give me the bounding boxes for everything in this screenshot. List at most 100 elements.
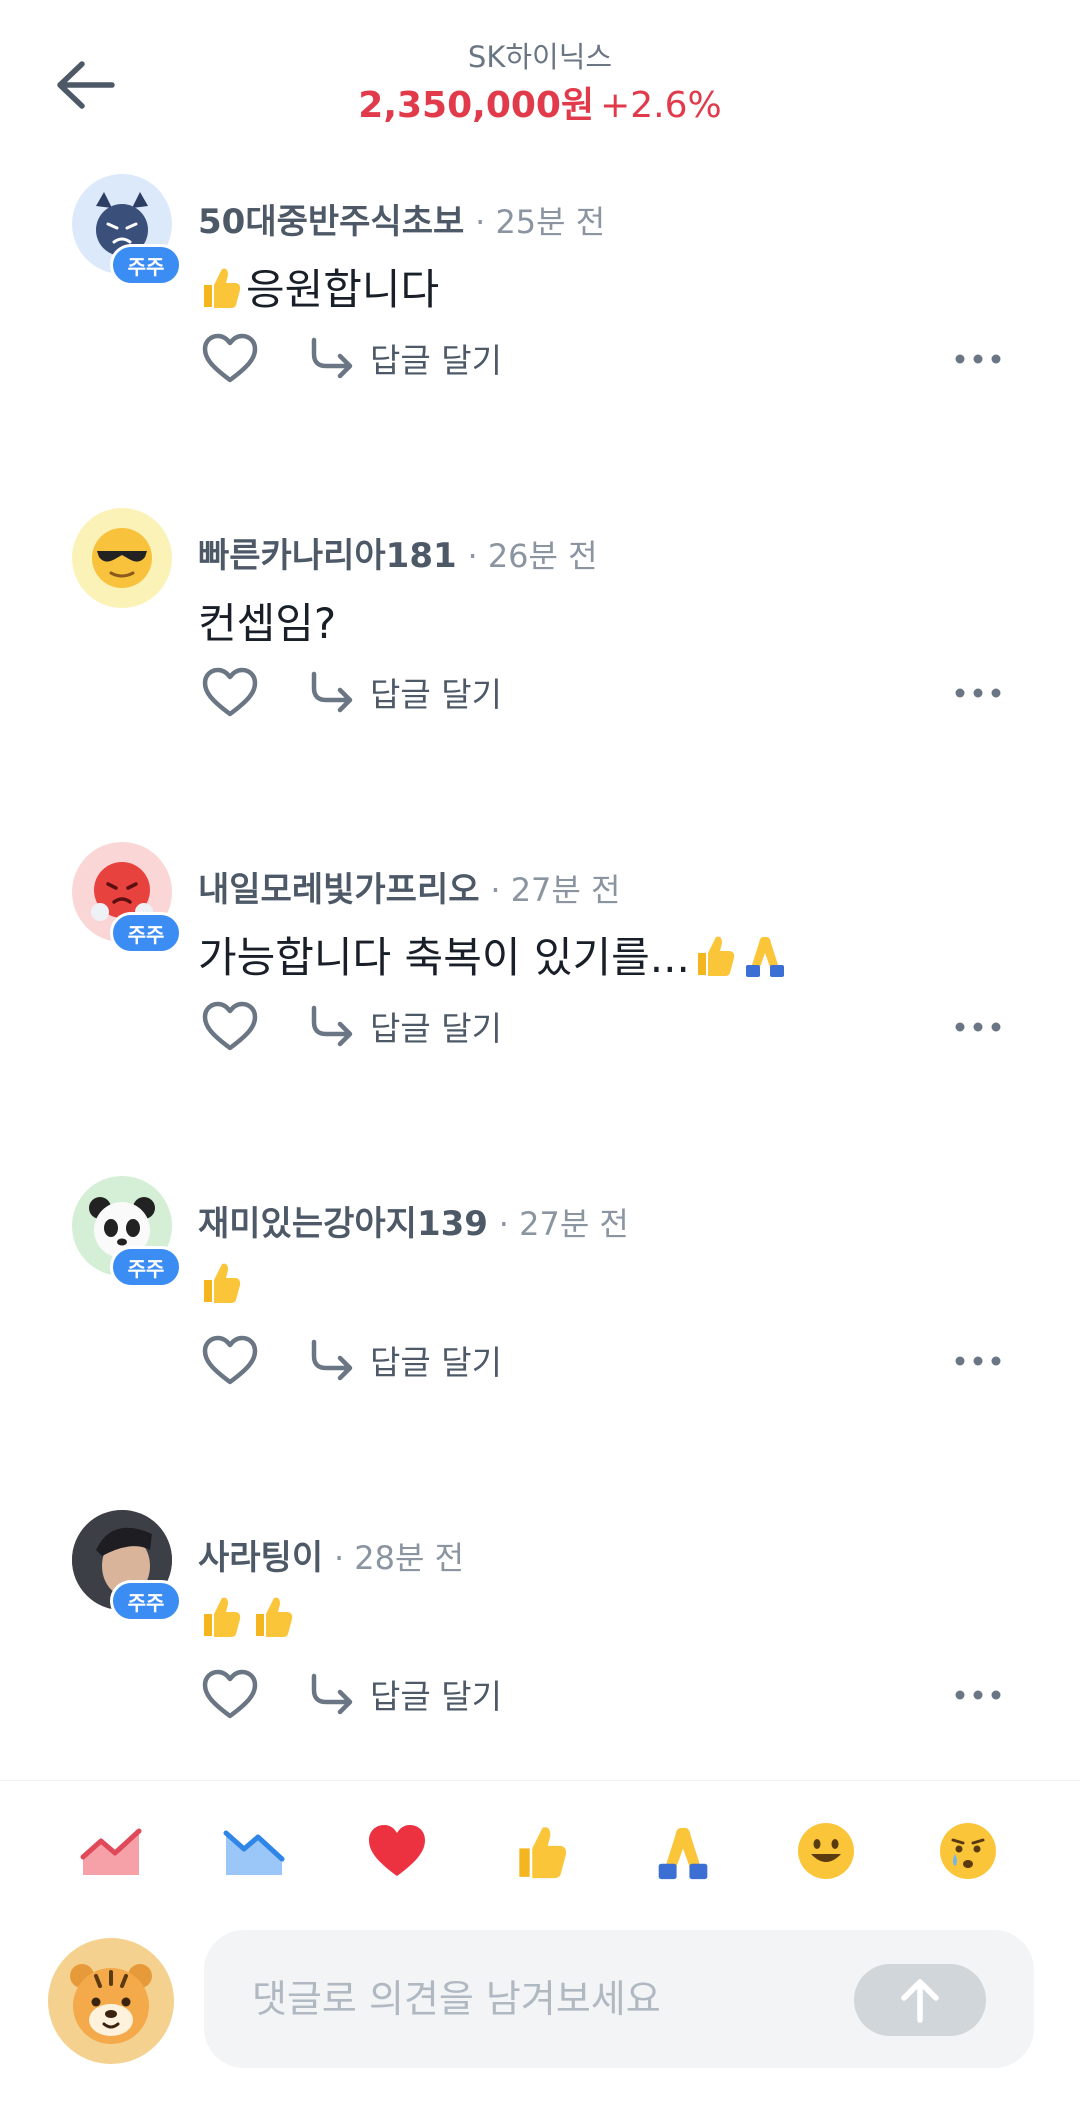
- avatar-wrap[interactable]: 주주: [72, 1510, 182, 1622]
- heart-outline-icon: [202, 667, 258, 717]
- comment-text-content: 응원합니다: [246, 265, 440, 314]
- shareholder-badge: 주주: [110, 912, 182, 954]
- comment-nickname[interactable]: 빠른카나리아181: [198, 536, 457, 576]
- chart-up-icon: [80, 1828, 142, 1875]
- comment-actions: 답글 달기: [198, 326, 1018, 396]
- smile-icon: [797, 1822, 854, 1879]
- comment-item: 주주 50대중반주식초보 · 25분 전 응원합니다 답글 달기: [0, 174, 1080, 474]
- comment-time: · 27분 전: [498, 1205, 629, 1243]
- avatar-wrap[interactable]: 주주: [72, 174, 182, 286]
- avatar: [72, 508, 172, 608]
- comment-text-content: 컨셉임?: [198, 599, 337, 648]
- like-button[interactable]: [198, 326, 262, 390]
- reply-label: 답글 달기: [370, 1677, 502, 1716]
- comment-actions: 답글 달기: [198, 994, 1018, 1064]
- comment-time: · 28분 전: [333, 1539, 465, 1577]
- comment-input[interactable]: [252, 1930, 812, 2068]
- comment-nickname[interactable]: 재미있는강아지139: [198, 1204, 488, 1244]
- reply-arrow-icon: [311, 337, 353, 379]
- more-dots-icon: [955, 1690, 1001, 1700]
- reply-arrow-icon: [311, 671, 353, 713]
- chart-down-icon: [223, 1830, 285, 1875]
- comment-nickname[interactable]: 내일모레빛가프리오: [198, 870, 480, 910]
- header: SK하이닉스 2,350,000원 +2.6%: [0, 0, 1080, 160]
- heart-outline-icon: [202, 333, 258, 383]
- comment-nickname[interactable]: 50대중반주식초보: [198, 202, 464, 242]
- thumbs-up-icon: [692, 931, 736, 979]
- like-button[interactable]: [198, 1328, 262, 1392]
- thumbs-up-icon: [198, 263, 242, 311]
- tiger-icon: [70, 1964, 152, 2044]
- more-options-button[interactable]: [948, 334, 1008, 384]
- avatar-wrap[interactable]: 주주: [72, 1176, 182, 1288]
- comment-item: 주주 사라팅이 · 28분 전 답글 달기: [0, 1510, 1080, 1810]
- like-button[interactable]: [198, 1662, 262, 1726]
- reply-button[interactable]: 답글 달기: [308, 1332, 502, 1388]
- shareholder-badge: 주주: [110, 1246, 182, 1288]
- comment-item: 주주 내일모레빛가프리오 · 27분 전 가능합니다 축복이 있기를... 답글…: [0, 842, 1080, 1142]
- comment-item: 주주 재미있는강아지139 · 27분 전 답글 달기: [0, 1176, 1080, 1476]
- stock-name: SK하이닉스: [467, 40, 613, 74]
- comment-meta: 50대중반주식초보 · 25분 전: [198, 194, 605, 243]
- more-options-button[interactable]: [948, 1336, 1008, 1386]
- comment-meta: 내일모레빛가프리오 · 27분 전: [198, 862, 620, 911]
- like-button[interactable]: [198, 660, 262, 724]
- reaction-bar: [0, 1780, 1080, 1920]
- comment-meta: 재미있는강아지139 · 27분 전: [198, 1196, 629, 1245]
- avatar-wrap[interactable]: 주주: [72, 842, 182, 954]
- more-options-button[interactable]: [948, 1670, 1008, 1720]
- more-dots-icon: [955, 1356, 1001, 1366]
- reply-label: 답글 달기: [370, 341, 502, 380]
- reply-button[interactable]: 답글 달기: [308, 998, 502, 1054]
- folded-hands-icon: [658, 1827, 708, 1879]
- reply-button[interactable]: 답글 달기: [308, 1666, 502, 1722]
- reply-label: 답글 달기: [370, 1343, 502, 1382]
- more-options-button[interactable]: [948, 1002, 1008, 1052]
- stock-change: +2.6%: [600, 85, 722, 126]
- comment-actions: 답글 달기: [198, 660, 1018, 730]
- reaction-heart[interactable]: [352, 1806, 442, 1896]
- more-dots-icon: [955, 1022, 1001, 1032]
- more-dots-icon: [955, 688, 1001, 698]
- comment-time: · 25분 전: [475, 203, 606, 241]
- comment-text: 컨셉임?: [198, 590, 336, 651]
- heart-outline-icon: [202, 1669, 258, 1719]
- comment-input-bar: [0, 1920, 1080, 2117]
- comment-item: 빠른카나리아181 · 26분 전 컨셉임? 답글 달기: [0, 508, 1080, 808]
- reply-label: 답글 달기: [370, 1009, 502, 1048]
- more-dots-icon: [955, 354, 1001, 364]
- stock-price-row: 2,350,000원 +2.6%: [0, 76, 1080, 128]
- thumbs-up-icon: [519, 1826, 567, 1878]
- send-button[interactable]: [854, 1964, 986, 2036]
- comment-nickname[interactable]: 사라팅이: [198, 1538, 323, 1578]
- thumbs-up-icon: [250, 1592, 294, 1640]
- reaction-folded-hands[interactable]: [638, 1806, 728, 1896]
- reaction-thumbs-up[interactable]: [495, 1806, 585, 1896]
- comment-input-wrap: [204, 1930, 1034, 2068]
- thumbs-up-icon: [198, 1592, 242, 1640]
- reply-button[interactable]: 답글 달기: [308, 330, 502, 386]
- reaction-chart-down[interactable]: [209, 1806, 299, 1896]
- heart-outline-icon: [202, 1335, 258, 1385]
- comment-text: 응원합니다: [198, 256, 439, 317]
- my-avatar[interactable]: [48, 1938, 174, 2064]
- like-button[interactable]: [198, 994, 262, 1058]
- avatar-wrap[interactable]: [72, 508, 172, 608]
- heart-outline-icon: [202, 1001, 258, 1051]
- comment-actions: 답글 달기: [198, 1662, 1018, 1732]
- reaction-chart-up[interactable]: [66, 1806, 156, 1896]
- reaction-smile[interactable]: [781, 1806, 871, 1896]
- reply-button[interactable]: 답글 달기: [308, 664, 502, 720]
- reaction-crying[interactable]: [923, 1806, 1013, 1896]
- folded-hands-icon: [740, 931, 790, 979]
- crying-icon: [940, 1822, 997, 1879]
- shareholder-badge: 주주: [110, 1580, 182, 1622]
- more-options-button[interactable]: [948, 668, 1008, 718]
- comment-meta: 빠른카나리아181 · 26분 전: [198, 528, 598, 577]
- comment-time: · 26분 전: [467, 537, 598, 575]
- arrow-up-icon: [901, 1979, 939, 2023]
- comment-time: · 27분 전: [490, 871, 621, 909]
- reply-arrow-icon: [311, 1339, 353, 1381]
- thumbs-up-icon: [198, 1258, 242, 1306]
- comment-actions: 답글 달기: [198, 1328, 1018, 1398]
